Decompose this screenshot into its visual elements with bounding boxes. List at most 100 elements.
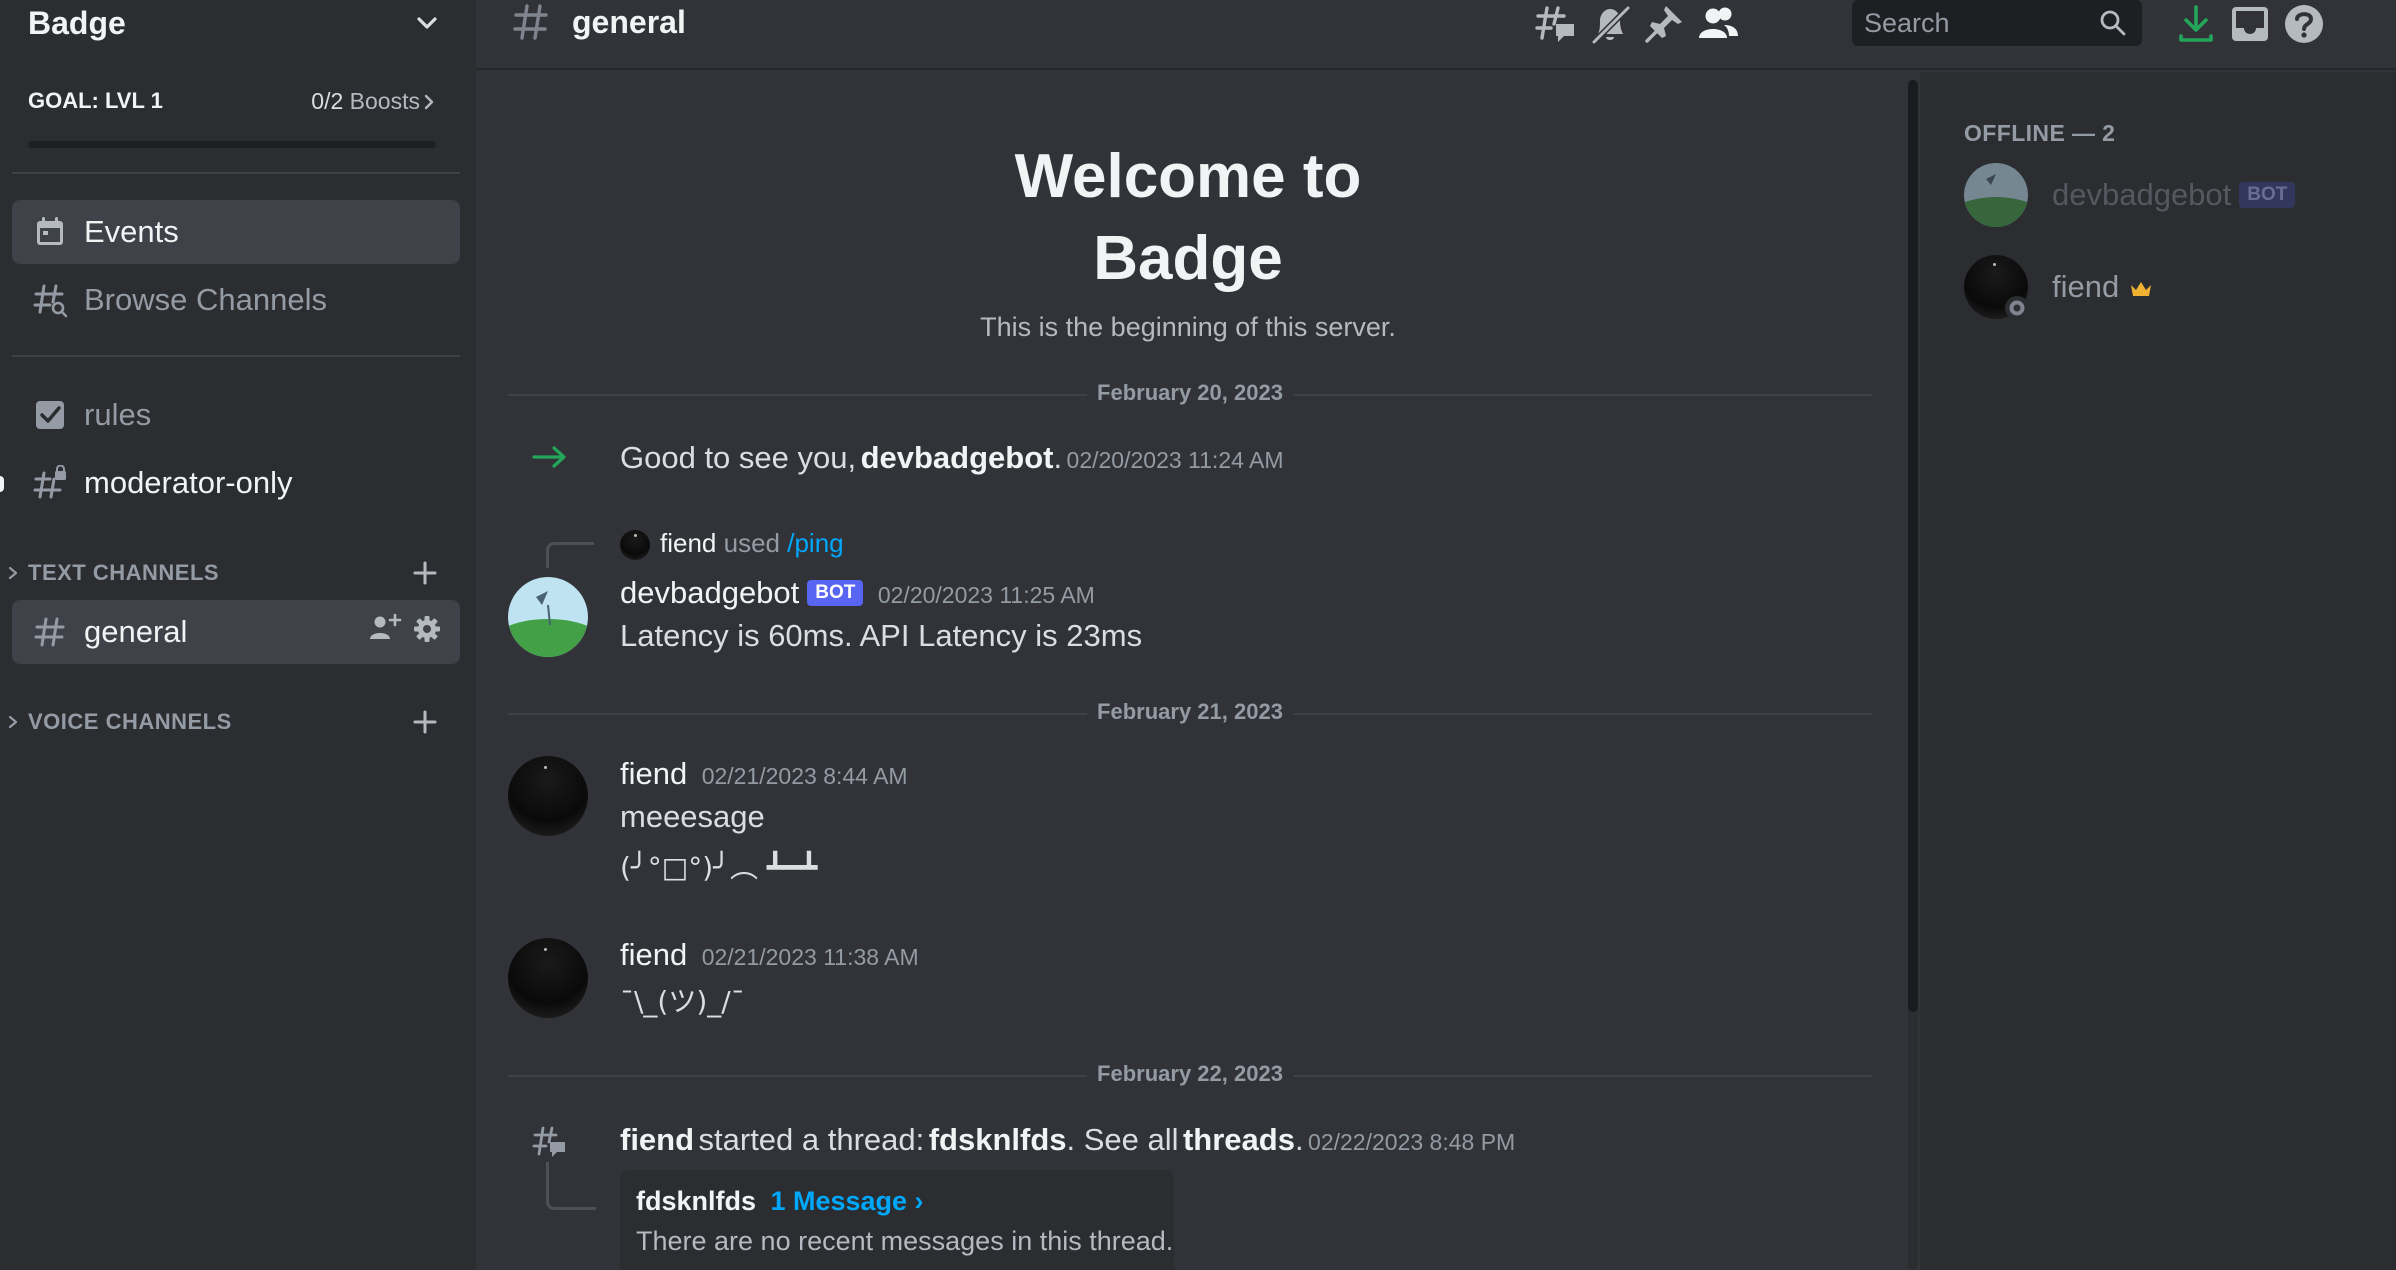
sidebar-item-events[interactable]: Events: [12, 200, 460, 264]
add-channel-icon[interactable]: [410, 558, 440, 588]
message-content: ¯\_(ツ)_/¯: [620, 985, 745, 1018]
message-author[interactable]: fiend: [620, 937, 687, 972]
server-name: Badge: [28, 4, 126, 41]
timestamp[interactable]: 02/20/2023 11:24 AM: [1067, 447, 1284, 473]
join-prefix: Good to see you,: [620, 440, 857, 475]
timestamp[interactable]: 02/22/2023 8:48 PM: [1308, 1129, 1515, 1155]
channel-moderator-only[interactable]: moderator-only: [12, 451, 460, 515]
bot-badge: BOT: [807, 580, 864, 606]
channel-sidebar: Badge GOAL: LVL 1 0/2 Boosts Events Brow…: [0, 0, 476, 1270]
message-author[interactable]: fiend: [620, 756, 687, 791]
search-placeholder: Search: [1864, 8, 1950, 38]
thread-icon: [532, 1126, 565, 1157]
command-invoker[interactable]: fiend: [660, 528, 716, 558]
hash-icon: [513, 4, 548, 40]
avatar: [1964, 163, 2028, 227]
join-suffix: .: [1053, 440, 1063, 475]
boost-progress-bar: [28, 141, 436, 148]
message-content: meeesage: [620, 799, 765, 834]
date-divider-label: February 22, 2023: [1087, 1061, 1293, 1087]
chevron-right-icon: [8, 715, 18, 729]
gear-icon[interactable]: [412, 614, 442, 644]
chevron-right-icon[interactable]: [420, 92, 438, 112]
chevron-down-icon[interactable]: [412, 8, 442, 38]
browse-channels-icon: [33, 284, 68, 318]
channel-label: rules: [84, 397, 152, 432]
threads-icon[interactable]: [1534, 2, 1578, 46]
date-divider: February 22, 2023: [508, 1061, 1872, 1087]
crown-icon: [2131, 282, 2152, 296]
thread-see-all-text: . See all: [1066, 1122, 1179, 1157]
welcome-title-line: Badge: [1093, 224, 1283, 293]
thread-card-header: fdsknlfds 1 Message ›: [636, 1186, 924, 1217]
help-icon[interactable]: [2282, 2, 2326, 46]
thread-period: .: [1294, 1122, 1304, 1157]
calendar-icon: [37, 217, 63, 245]
inbox-icon[interactable]: [2228, 2, 2272, 46]
category-text-channels[interactable]: TEXT CHANNELS: [6, 558, 219, 588]
message-list[interactable]: Welcome to Badge This is the beginning o…: [476, 72, 1920, 1270]
avatar[interactable]: [508, 577, 588, 657]
welcome-title-line: Welcome to: [1014, 142, 1362, 211]
join-username[interactable]: devbadgebot: [861, 440, 1054, 475]
thread-card-body: There are no recent messages in this thr…: [636, 1226, 1174, 1256]
mute-icon[interactable]: [1588, 2, 1632, 46]
welcome-title: Welcome to Badge: [476, 136, 1900, 300]
join-arrow-icon: [532, 446, 566, 468]
timestamp[interactable]: 02/21/2023 11:38 AM: [702, 944, 919, 970]
chevron-right-icon: [8, 566, 18, 580]
locked-hash-icon: [33, 465, 66, 499]
members-icon[interactable]: [1696, 2, 1740, 46]
download-icon[interactable]: [2174, 2, 2218, 46]
pin-icon[interactable]: [1642, 2, 1686, 46]
threads-link[interactable]: threads: [1183, 1122, 1295, 1157]
command-name[interactable]: /ping: [787, 528, 843, 558]
reply-connector: [546, 542, 594, 568]
command-reply: fiend used /ping: [660, 528, 844, 559]
create-invite-icon[interactable]: [368, 612, 402, 642]
thread-card[interactable]: fdsknlfds 1 Message › There are no recen…: [620, 1170, 1174, 1270]
join-message: Good to see you, devbadgebot. 02/20/2023…: [620, 440, 1284, 476]
search-icon[interactable]: [2098, 8, 2128, 38]
bot-avatar-image: [1964, 163, 2028, 227]
message-content: Latency is 60ms. API Latency is 23ms: [620, 618, 1143, 653]
avatar[interactable]: [620, 530, 650, 560]
divider: [12, 172, 460, 174]
category-voice-channels[interactable]: VOICE CHANNELS: [6, 707, 232, 737]
member-name: devbadgebot: [2052, 177, 2232, 212]
unread-indicator: [0, 476, 4, 492]
date-divider-label: February 21, 2023: [1087, 699, 1293, 725]
divider: [12, 355, 460, 357]
message-author[interactable]: devbadgebot: [620, 575, 799, 610]
bot-badge: BOT: [2239, 182, 2296, 208]
channel-rules[interactable]: rules: [12, 383, 460, 447]
channel-header: general Search: [476, 0, 2396, 70]
thread-message-count-link[interactable]: 1 Message ›: [770, 1186, 923, 1216]
boost-count-value: 0/2: [311, 88, 344, 114]
member-item[interactable]: devbadgebot BOT: [1964, 162, 2296, 228]
scrollbar-thumb[interactable]: [1908, 80, 1918, 1012]
category-label: VOICE CHANNELS: [28, 709, 232, 734]
timestamp[interactable]: 02/20/2023 11:25 AM: [878, 582, 1095, 608]
add-channel-icon[interactable]: [410, 707, 440, 737]
category-label: TEXT CHANNELS: [28, 560, 220, 585]
avatar: [1964, 255, 2029, 320]
date-divider: February 21, 2023: [508, 699, 1872, 725]
bot-avatar-image: [508, 577, 588, 657]
server-header[interactable]: Badge: [0, 0, 476, 46]
sidebar-item-browse-channels[interactable]: Browse Channels: [12, 268, 460, 332]
channel-label: general: [84, 614, 188, 649]
member-item[interactable]: fiend: [1964, 254, 2153, 320]
message-header: devbadgebot BOT 02/20/2023 11:25 AM: [620, 575, 1095, 611]
offline-status-icon: [2005, 296, 2029, 320]
hash-icon: [34, 617, 65, 647]
avatar[interactable]: [508, 756, 588, 836]
thread-author[interactable]: fiend: [620, 1122, 694, 1157]
date-divider: February 20, 2023: [508, 380, 1872, 406]
avatar[interactable]: [508, 938, 588, 1018]
boost-count[interactable]: 0/2 Boosts: [311, 88, 420, 115]
thread-name-link[interactable]: fdsknlfds: [929, 1122, 1067, 1157]
boost-goal-label: GOAL: LVL 1: [28, 88, 163, 113]
boost-count-unit: Boosts: [349, 88, 420, 114]
timestamp[interactable]: 02/21/2023 8:44 AM: [702, 763, 908, 789]
